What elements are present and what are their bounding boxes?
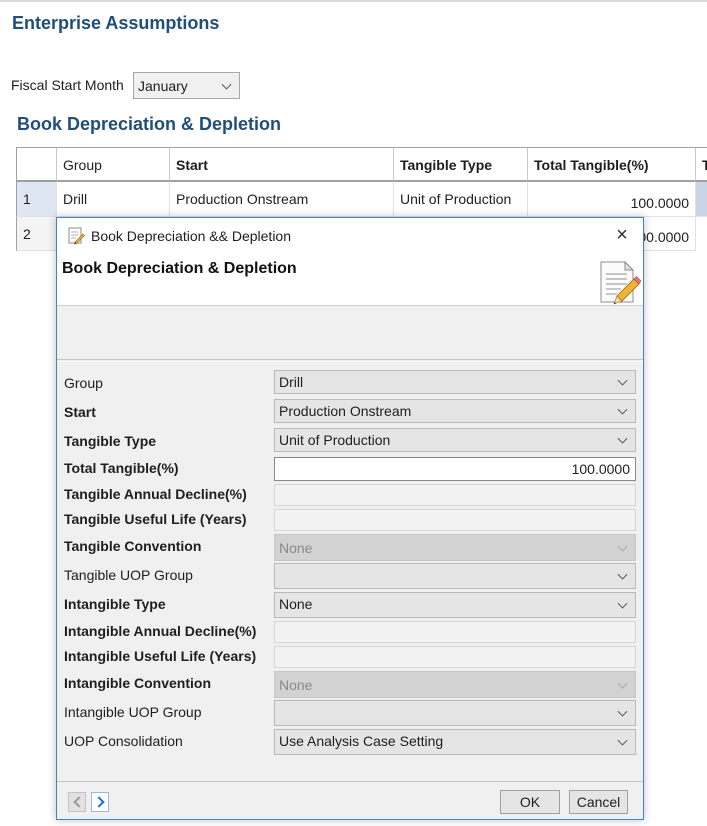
total-tangible-label: Total Tangible(%) [64,460,179,476]
edit-document-icon [67,227,85,245]
close-icon[interactable]: × [611,224,633,246]
intangible-convention-select[interactable]: None [274,671,636,698]
tangible-uop-group-label: Tangible UOP Group [64,567,193,583]
chevron-down-icon [617,404,628,415]
tangible-useful-life-label: Tangible Useful Life (Years) [64,511,247,527]
dialog-banner-title: Book Depreciation & Depletion [62,260,297,277]
dialog-form: Group Drill Start Production Onstream Ta… [57,361,643,781]
column-header-total-tangible[interactable]: Total Tangible(%) [528,147,696,182]
chevron-down-icon [617,569,628,580]
dialog-description-area [57,307,643,360]
uop-consolidation-value: Use Analysis Case Setting [279,733,444,749]
dialog-window-title: Book Depreciation && Depletion [91,228,292,244]
group-select[interactable]: Drill [274,370,636,394]
column-header-tangible-type[interactable]: Tangible Type [394,147,528,182]
fiscal-start-month-value: January [138,78,188,94]
section-title: Book Depreciation & Depletion [17,114,282,134]
chevron-down-icon [617,706,628,717]
cell-tangible-type[interactable]: Unit of Production [394,182,528,217]
row-number-header[interactable] [16,147,57,182]
tangible-uop-group-select[interactable] [274,563,636,589]
uop-consolidation-label: UOP Consolidation [64,733,183,749]
tangible-type-label: Tangible Type [64,433,157,449]
group-value: Drill [279,374,304,390]
chevron-left-icon [73,796,85,808]
tangible-annual-decline-input[interactable] [274,484,636,506]
intangible-annual-decline-label: Intangible Annual Decline(%) [64,623,257,639]
chevron-down-icon [617,598,628,609]
cancel-button[interactable]: Cancel [569,790,628,814]
chevron-down-icon [617,433,628,444]
dialog-titlebar[interactable]: Book Depreciation && Depletion × [57,218,643,252]
uop-consolidation-select[interactable]: Use Analysis Case Setting [274,729,636,755]
row-number[interactable]: 2 [16,217,57,251]
group-label: Group [64,375,103,391]
intangible-uop-group-label: Intangible UOP Group [64,704,202,720]
intangible-type-select[interactable]: None [274,592,636,618]
previous-button[interactable] [68,792,86,812]
top-border [0,0,707,2]
intangible-type-label: Intangible Type [64,596,166,612]
fiscal-start-month-select[interactable]: January [133,72,240,99]
intangible-annual-decline-input[interactable] [274,621,636,643]
tangible-convention-label: Tangible Convention [64,538,202,554]
start-label: Start [64,404,96,420]
column-header-truncated[interactable]: T [696,147,707,182]
intangible-useful-life-label: Intangible Useful Life (Years) [64,648,257,664]
tangible-convention-value: None [279,540,313,556]
dialog-footer: OK Cancel [57,781,643,819]
total-tangible-value: 100.0000 [571,461,630,477]
total-tangible-input[interactable]: 100.0000 [274,457,636,481]
intangible-convention-label: Intangible Convention [64,675,211,691]
book-depreciation-dialog: Book Depreciation && Depletion × Book De… [56,217,644,820]
dialog-banner: Book Depreciation & Depletion [57,252,643,306]
column-header-start[interactable]: Start [170,147,394,182]
cell-total-tangible[interactable]: 100.0000 [528,182,696,217]
chevron-down-icon [617,375,628,386]
next-button[interactable] [91,792,109,812]
start-select[interactable]: Production Onstream [274,399,636,423]
tangible-annual-decline-label: Tangible Annual Decline(%) [64,486,247,502]
cell-start[interactable]: Production Onstream [170,182,394,217]
intangible-type-value: None [279,596,313,612]
cell-group[interactable]: Drill [57,182,170,217]
column-header-group[interactable]: Group [57,147,170,182]
intangible-useful-life-input[interactable] [274,646,636,668]
tangible-convention-select[interactable]: None [274,534,636,561]
fiscal-start-month-label: Fiscal Start Month [11,77,124,93]
edit-document-icon [597,258,642,306]
ok-button[interactable]: OK [500,790,560,814]
start-value: Production Onstream [279,403,412,419]
cell-truncated[interactable] [696,182,707,217]
chevron-down-icon [617,735,628,746]
intangible-convention-value: None [279,677,313,693]
row-number[interactable]: 1 [16,182,57,217]
tangible-type-select[interactable]: Unit of Production [274,428,636,452]
intangible-uop-group-select[interactable] [274,700,636,726]
page-title: Enterprise Assumptions [12,13,220,33]
tangible-useful-life-input[interactable] [274,509,636,531]
chevron-right-icon [93,796,105,808]
chevron-down-icon [617,678,628,689]
chevron-down-icon [617,541,628,552]
tangible-type-value: Unit of Production [279,432,391,448]
chevron-down-icon [221,79,232,90]
